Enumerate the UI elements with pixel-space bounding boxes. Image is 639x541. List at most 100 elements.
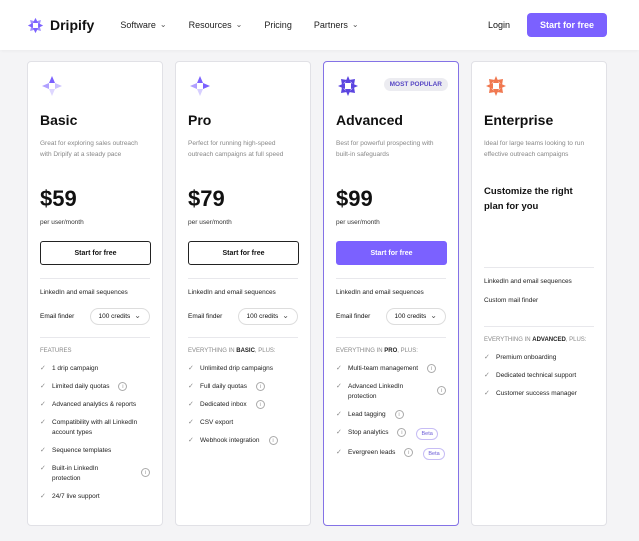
info-icon[interactable]: i xyxy=(397,428,407,437)
list-item: ✓ Limited daily quotas i xyxy=(40,382,150,392)
feature-text: Webhook integration xyxy=(200,437,260,444)
feature-text: Lead tagging xyxy=(348,411,386,418)
check-icon: ✓ xyxy=(336,411,342,418)
feature-text: Evergreen leads xyxy=(348,449,396,456)
features-heading: EVERYTHING IN BASIC, PLUS: xyxy=(188,348,298,354)
feature-text: CSV export xyxy=(200,419,234,426)
feature-text: Premium onboarding xyxy=(496,354,557,361)
login-link[interactable]: Login xyxy=(488,20,510,30)
credits-select[interactable]: 100 credits ⌄ xyxy=(385,307,446,325)
divider xyxy=(188,278,298,279)
check-icon: ✓ xyxy=(40,401,46,408)
section-prefix: EVERYTHING IN xyxy=(336,348,385,354)
chevron-down-icon: ⌄ xyxy=(134,310,141,320)
chevron-down-icon: ⌄ xyxy=(159,19,167,29)
check-icon: ✓ xyxy=(188,437,194,444)
feature-text: Advanced LinkedIn protection xyxy=(348,383,404,400)
info-icon[interactable]: i xyxy=(255,400,265,409)
basic-plan-icon xyxy=(42,76,62,96)
check-icon: ✓ xyxy=(188,401,194,408)
chevron-down-icon: ⌄ xyxy=(430,310,437,320)
plan-card-advanced: MOST POPULAR Advanced Best for powerful … xyxy=(323,61,459,526)
feature-text: Stop analytics xyxy=(348,429,389,436)
email-finder-label: Email finder xyxy=(188,312,223,320)
nav-start-free-button[interactable]: Start for free xyxy=(527,13,607,37)
dripify-logo-icon xyxy=(27,17,44,33)
most-popular-badge: MOST POPULAR xyxy=(383,78,448,91)
check-icon: ✓ xyxy=(336,365,342,372)
list-item: ✓ Compatibility with all LinkedIn account… xyxy=(40,418,150,438)
check-icon: ✓ xyxy=(484,354,490,361)
included-sequences: LinkedIn and email sequences xyxy=(484,278,572,285)
feature-text: Customer success manager xyxy=(496,390,577,397)
nav-label: Pricing xyxy=(264,20,292,30)
list-item: ✓ Unlimited drip campaigns xyxy=(188,364,298,374)
start-free-button[interactable]: Start for free xyxy=(188,241,299,265)
info-icon[interactable]: i xyxy=(118,382,128,391)
email-finder-row: Email finder 100 credits ⌄ xyxy=(40,307,150,325)
price-period: per user/month xyxy=(40,219,84,226)
section-plan: BASIC xyxy=(236,348,255,354)
feature-list: ✓ Premium onboarding ✓ Dedicated technical… xyxy=(484,353,594,399)
check-icon: ✓ xyxy=(188,365,194,372)
list-item: ✓ 1 drip campaign xyxy=(40,364,150,374)
divider xyxy=(336,337,446,338)
list-item: ✓ 24/7 live support xyxy=(40,492,150,502)
nav-item-resources[interactable]: Resources ⌄ xyxy=(189,20,243,31)
nav-item-pricing[interactable]: Pricing xyxy=(264,20,292,30)
features-heading: FEATURES xyxy=(40,348,150,354)
feature-text: Unlimited drip campaigns xyxy=(200,365,273,372)
list-item: ✓ CSV export xyxy=(188,418,298,428)
feature-text: Sequence templates xyxy=(52,447,112,454)
list-item: ✓ Customer success manager xyxy=(484,389,594,399)
check-icon: ✓ xyxy=(336,449,342,456)
divider xyxy=(484,326,594,327)
list-item: ✓ Advanced LinkedIn protection i xyxy=(336,382,446,402)
divider xyxy=(40,278,150,279)
price-period: per user/month xyxy=(336,219,380,226)
feature-text: Limited daily quotas xyxy=(52,383,110,390)
nav-item-software[interactable]: Software ⌄ xyxy=(120,19,167,31)
customize-plan-title: Customize the right plan for you xyxy=(484,186,573,212)
info-icon[interactable]: i xyxy=(255,382,265,391)
section-prefix: EVERYTHING IN xyxy=(188,348,237,354)
list-item: ✓ Sequence templates xyxy=(40,446,150,456)
list-item: ✓ Full daily quotas i xyxy=(188,382,298,392)
plan-price: $59 xyxy=(40,186,77,211)
credits-select[interactable]: 100 credits ⌄ xyxy=(89,307,150,325)
section-plan: PRO xyxy=(384,348,398,354)
info-icon[interactable]: i xyxy=(394,410,404,419)
info-icon[interactable]: i xyxy=(437,386,446,395)
info-icon[interactable]: i xyxy=(427,364,437,373)
plan-card-basic: Basic Great for exploring sales outreach… xyxy=(27,61,163,526)
feature-text: Full daily quotas xyxy=(200,383,247,390)
info-icon[interactable]: i xyxy=(404,448,414,457)
check-icon: ✓ xyxy=(336,383,342,390)
plan-name: Advanced xyxy=(336,112,403,128)
chevron-down-icon: ⌄ xyxy=(282,310,289,320)
feature-list: ✓ Multi-team management i ✓ Advanced Linked… xyxy=(336,364,446,460)
check-icon: ✓ xyxy=(484,372,490,379)
feature-text: Advanced analytics & reports xyxy=(52,401,137,408)
start-free-button[interactable]: Start for free xyxy=(40,241,151,265)
check-icon: ✓ xyxy=(40,465,46,472)
list-item: ✓ Dedicated technical support xyxy=(484,371,594,381)
top-nav: Dripify Software ⌄ Resources ⌄ Pricing Par… xyxy=(0,0,639,50)
advanced-plan-icon xyxy=(338,76,358,96)
beta-badge: Beta xyxy=(423,448,445,460)
feature-text: Dedicated technical support xyxy=(496,372,577,379)
plan-name: Enterprise xyxy=(484,112,554,128)
included-sequences: LinkedIn and email sequences xyxy=(188,289,276,296)
credits-select[interactable]: 100 credits ⌄ xyxy=(237,307,298,325)
features-heading: EVERYTHING IN PRO, PLUS: xyxy=(336,348,446,354)
info-icon[interactable]: i xyxy=(141,468,150,477)
credits-value: 100 credits xyxy=(394,312,427,320)
nav-item-partners[interactable]: Partners ⌄ xyxy=(314,20,359,31)
check-icon: ✓ xyxy=(188,383,194,390)
info-icon[interactable]: i xyxy=(268,436,278,445)
main-menu: Software ⌄ Resources ⌄ Pricing Partners ⌄ xyxy=(120,19,359,31)
brand-logo[interactable]: Dripify xyxy=(27,17,94,34)
plan-card-pro: Pro Perfect for running high-speed outre… xyxy=(175,61,311,526)
start-free-button[interactable]: Start for free xyxy=(336,241,447,265)
